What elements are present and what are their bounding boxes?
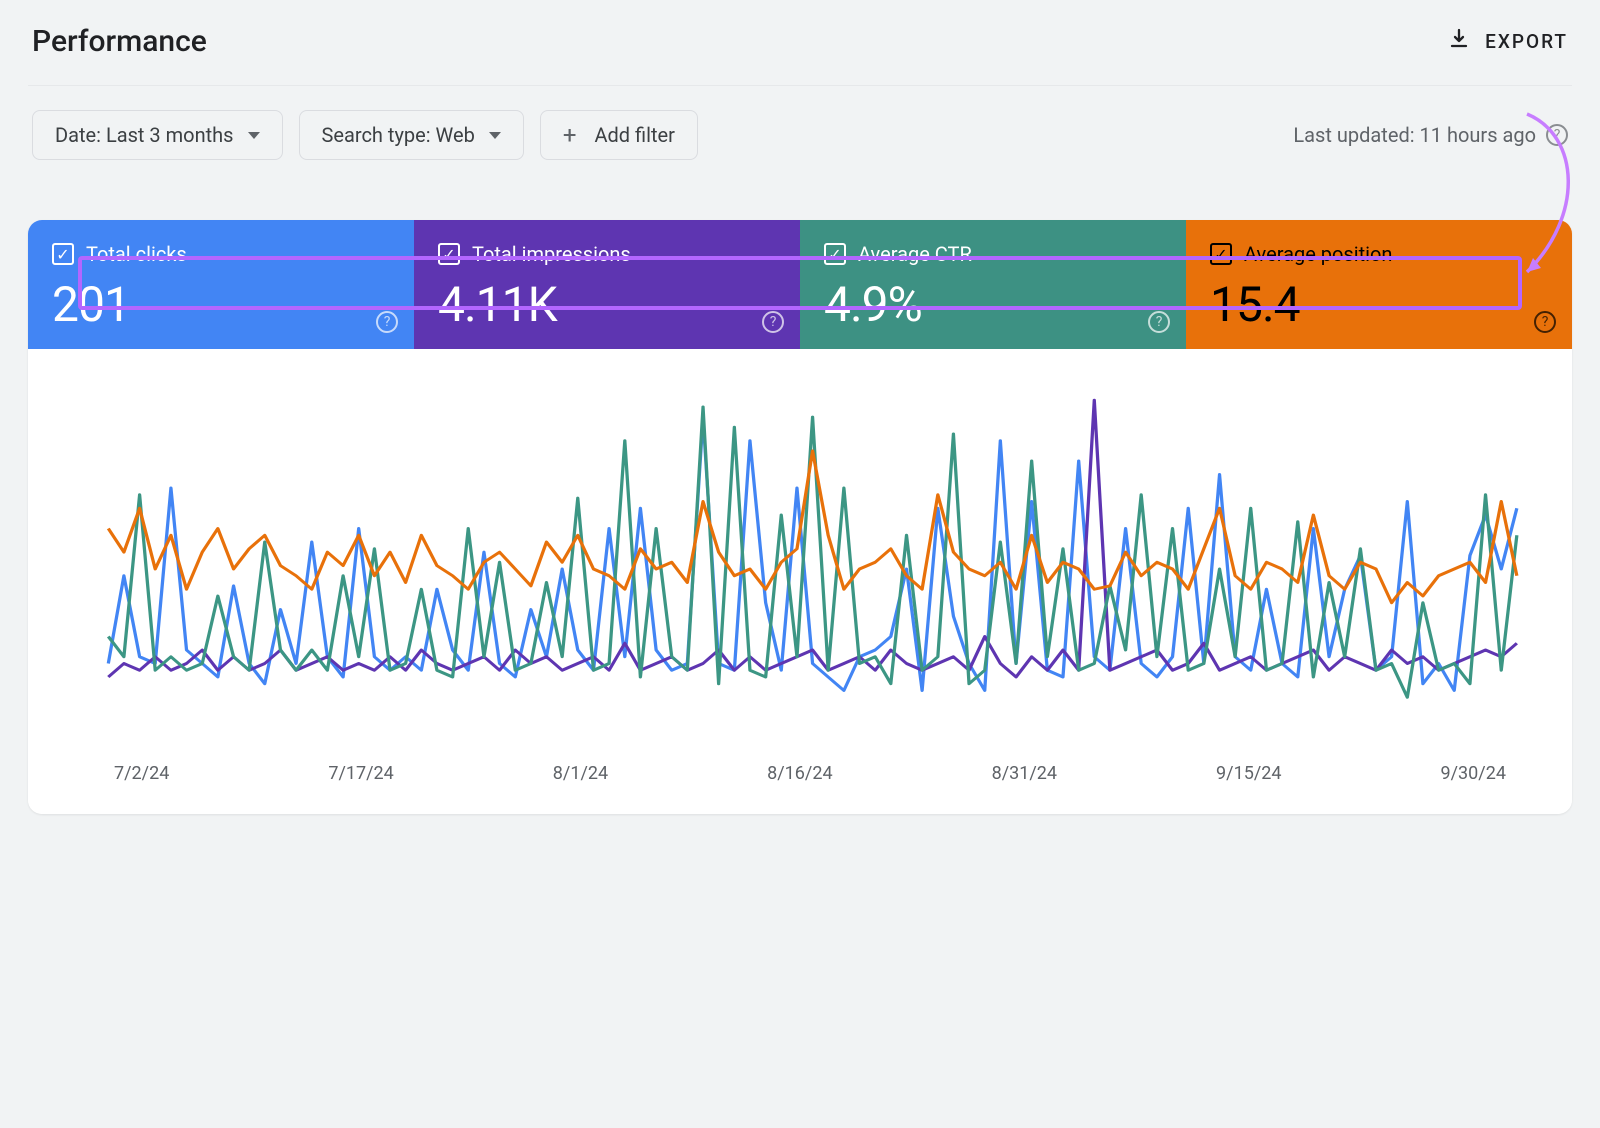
filters-row: Date: Last 3 months Search type: Web + A…	[28, 86, 1572, 160]
series-line-average-position	[108, 451, 1517, 603]
help-icon[interactable]: ?	[1148, 311, 1170, 333]
x-tick-label: 8/16/24	[767, 763, 832, 784]
add-filter-label: Add filter	[594, 123, 674, 147]
metric-label: Average position	[1244, 242, 1392, 266]
metric-value: 15.4	[1210, 276, 1548, 333]
checkbox-icon: ✓	[52, 243, 74, 265]
search-type-label: Search type: Web	[322, 123, 475, 147]
metric-tile-clicks[interactable]: ✓ Total clicks 201?	[28, 220, 414, 349]
x-tick-label: 7/17/24	[328, 763, 393, 784]
metric-tile-ctr[interactable]: ✓ Average CTR 4.9%?	[800, 220, 1186, 349]
metric-value: 201	[52, 276, 390, 333]
x-tick-label: 7/2/24	[114, 763, 169, 784]
checkbox-icon: ✓	[438, 243, 460, 265]
chevron-down-icon	[489, 132, 501, 139]
line-chart	[58, 389, 1542, 749]
help-icon[interactable]: ?	[376, 311, 398, 333]
x-tick-label: 8/1/24	[553, 763, 608, 784]
checkbox-icon: ✓	[824, 243, 846, 265]
chart-area: 7/2/24 7/17/24 8/1/24 8/16/24 8/31/24 9/15/24…	[28, 349, 1572, 814]
download-icon	[1447, 27, 1471, 56]
last-updated-label: Last updated: 11 hours ago	[1293, 123, 1536, 147]
help-icon[interactable]: ?	[1534, 311, 1556, 333]
header-row: Performance EXPORT	[28, 18, 1572, 86]
x-tick-label: 9/15/24	[1216, 763, 1281, 784]
performance-card: ✓ Total clicks 201? ✓ Total impressions 4.11K…	[28, 220, 1572, 814]
metrics-tabs: ✓ Total clicks 201? ✓ Total impressions 4.11K…	[28, 220, 1572, 349]
last-updated: Last updated: 11 hours ago ?	[1293, 123, 1568, 147]
x-axis-labels: 7/2/24 7/17/24 8/1/24 8/16/24 8/31/24 9/15/24…	[58, 749, 1542, 784]
export-label: EXPORT	[1485, 30, 1568, 53]
export-button[interactable]: EXPORT	[1447, 27, 1568, 56]
help-icon[interactable]: ?	[1546, 124, 1568, 146]
metric-label: Total clicks	[86, 242, 187, 266]
add-filter-chip[interactable]: + Add filter	[540, 110, 698, 160]
chevron-down-icon	[248, 132, 260, 139]
metric-label: Total impressions	[472, 242, 631, 266]
search-type-filter-chip[interactable]: Search type: Web	[299, 110, 524, 160]
checkbox-icon: ✓	[1210, 243, 1232, 265]
metric-value: 4.9%	[824, 276, 1162, 333]
metric-tile-impressions[interactable]: ✓ Total impressions 4.11K?	[414, 220, 800, 349]
metric-value: 4.11K	[438, 276, 776, 333]
page-title: Performance	[32, 24, 207, 59]
x-tick-label: 8/31/24	[992, 763, 1057, 784]
date-filter-chip[interactable]: Date: Last 3 months	[32, 110, 283, 160]
metric-label: Average CTR	[858, 242, 972, 266]
help-icon[interactable]: ?	[762, 311, 784, 333]
x-tick-label: 9/30/24	[1441, 763, 1506, 784]
metric-tile-position[interactable]: ✓ Average position 15.4?	[1186, 220, 1572, 349]
date-filter-label: Date: Last 3 months	[55, 123, 234, 147]
